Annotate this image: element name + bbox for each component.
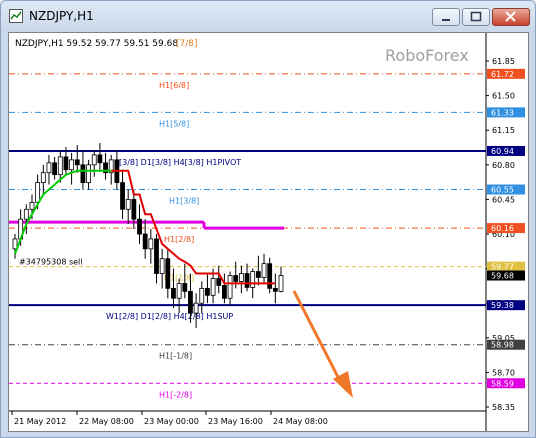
y-tick-label: 58.35 [492, 403, 515, 412]
level-price-label: 60.94 [491, 147, 514, 156]
candle-body [63, 156, 69, 171]
chart-window: NZDJPY,H1 NZDJPY,H1 59.52 59.77 59.51 59… [0, 0, 536, 438]
x-tick-label: 24 May 08:00 [273, 417, 328, 426]
candle-body [86, 164, 91, 183]
candle-body [131, 198, 137, 220]
close-icon [505, 11, 516, 22]
candle-body [171, 287, 176, 299]
level-label: H1[5/8] [159, 119, 189, 128]
candle-body [244, 273, 250, 288]
candle-body [216, 278, 222, 286]
level-price-label: 61.72 [491, 70, 514, 79]
chart-info-text: NZDJPY,H1 59.52 59.77 59.51 59.68 [15, 39, 178, 49]
candle-body [255, 271, 261, 278]
candle-body [238, 273, 244, 282]
level-label: H1[-2/8] [159, 390, 192, 399]
level-price-label: 60.55 [491, 186, 514, 195]
candle-body [188, 290, 193, 314]
candle-body [205, 287, 210, 296]
candle-body [120, 182, 125, 210]
level-price-label: 60.16 [491, 224, 514, 233]
x-tick-label: 22 May 08:00 [79, 417, 134, 426]
candle-body [137, 218, 142, 235]
candle-body [35, 182, 41, 203]
level-price-label: 59.38 [491, 301, 514, 310]
candle-body [40, 172, 46, 183]
window-title: NZDJPY,H1 [29, 9, 94, 23]
trend-line-green [14, 169, 112, 255]
chart-info-suffix: [7/8] [176, 39, 198, 49]
y-tick-label: 60.45 [492, 195, 515, 204]
order-label: #34795308 sell [19, 258, 83, 267]
candle-body [97, 154, 103, 164]
candle-body [46, 162, 52, 174]
candle-body [23, 208, 29, 220]
candle-body [261, 263, 267, 278]
candle-body [91, 154, 97, 166]
candle-body [199, 287, 205, 304]
candle-body [80, 164, 86, 183]
close-button[interactable] [492, 8, 530, 26]
maximize-button[interactable] [462, 8, 490, 26]
watermark-logo: RoboForex [385, 46, 469, 65]
x-tick-label: 23 May 00:00 [144, 417, 199, 426]
y-tick-label: 60.80 [492, 161, 515, 170]
candle-body [233, 275, 239, 282]
candle-body [69, 159, 74, 171]
level-label: [3/8] D1[3/8] H4[3/8] H1PIVOT [119, 158, 241, 167]
candle-body [193, 302, 199, 314]
candle-body [272, 287, 278, 292]
candle-body [29, 201, 35, 210]
level-price-label: 58.59 [491, 379, 514, 388]
x-tick-label: 23 May 16:00 [208, 417, 263, 426]
candle-body [182, 283, 188, 292]
y-tick-label: 61.50 [492, 92, 515, 101]
candle-body [142, 233, 148, 250]
level-price-label: 58.98 [491, 341, 514, 350]
minimize-icon [442, 19, 450, 21]
minimize-button[interactable] [432, 8, 460, 26]
level-price-label: 59.77 [491, 263, 514, 272]
candle-body [154, 238, 159, 274]
candle-body [210, 278, 216, 296]
candle-body [267, 263, 273, 289]
maximize-icon [470, 11, 482, 22]
title-bar[interactable]: NZDJPY,H1 [1, 1, 535, 31]
level-label: H1[-1/8] [159, 352, 192, 361]
candle-body [125, 198, 131, 210]
level-label: H1[2/8] [164, 235, 194, 244]
candle-body [52, 162, 58, 176]
candle-body [57, 156, 63, 176]
candle-body [165, 258, 171, 289]
level-price-label: 61.33 [491, 108, 514, 117]
candle-body [222, 285, 227, 299]
candle-body [148, 238, 154, 250]
candle-body [159, 258, 165, 274]
level-label: H1[3/8] [169, 197, 199, 206]
price-chart[interactable]: NZDJPY,H1 59.52 59.77 59.51 59.68 [7/8] … [9, 33, 528, 431]
chart-area[interactable]: NZDJPY,H1 59.52 59.77 59.51 59.68 [7/8] … [8, 32, 529, 432]
candle-body [74, 159, 80, 166]
y-tick-label: 61.85 [492, 57, 515, 66]
level-label: W1[2/8] D1[2/8] H4[2/8] H1SUP [106, 312, 233, 321]
y-tick-label: 61.15 [492, 126, 515, 135]
x-tick-label: 21 May 2012 [14, 417, 66, 426]
candle-body [227, 275, 233, 299]
level-label: H1[6/8] [159, 81, 189, 90]
chart-app-icon [9, 9, 23, 23]
y-tick-label: 58.70 [492, 368, 515, 377]
current-price-label: 59.68 [491, 272, 514, 281]
candle-body [176, 283, 182, 299]
candle-body [278, 275, 284, 292]
candle-body [250, 271, 256, 288]
